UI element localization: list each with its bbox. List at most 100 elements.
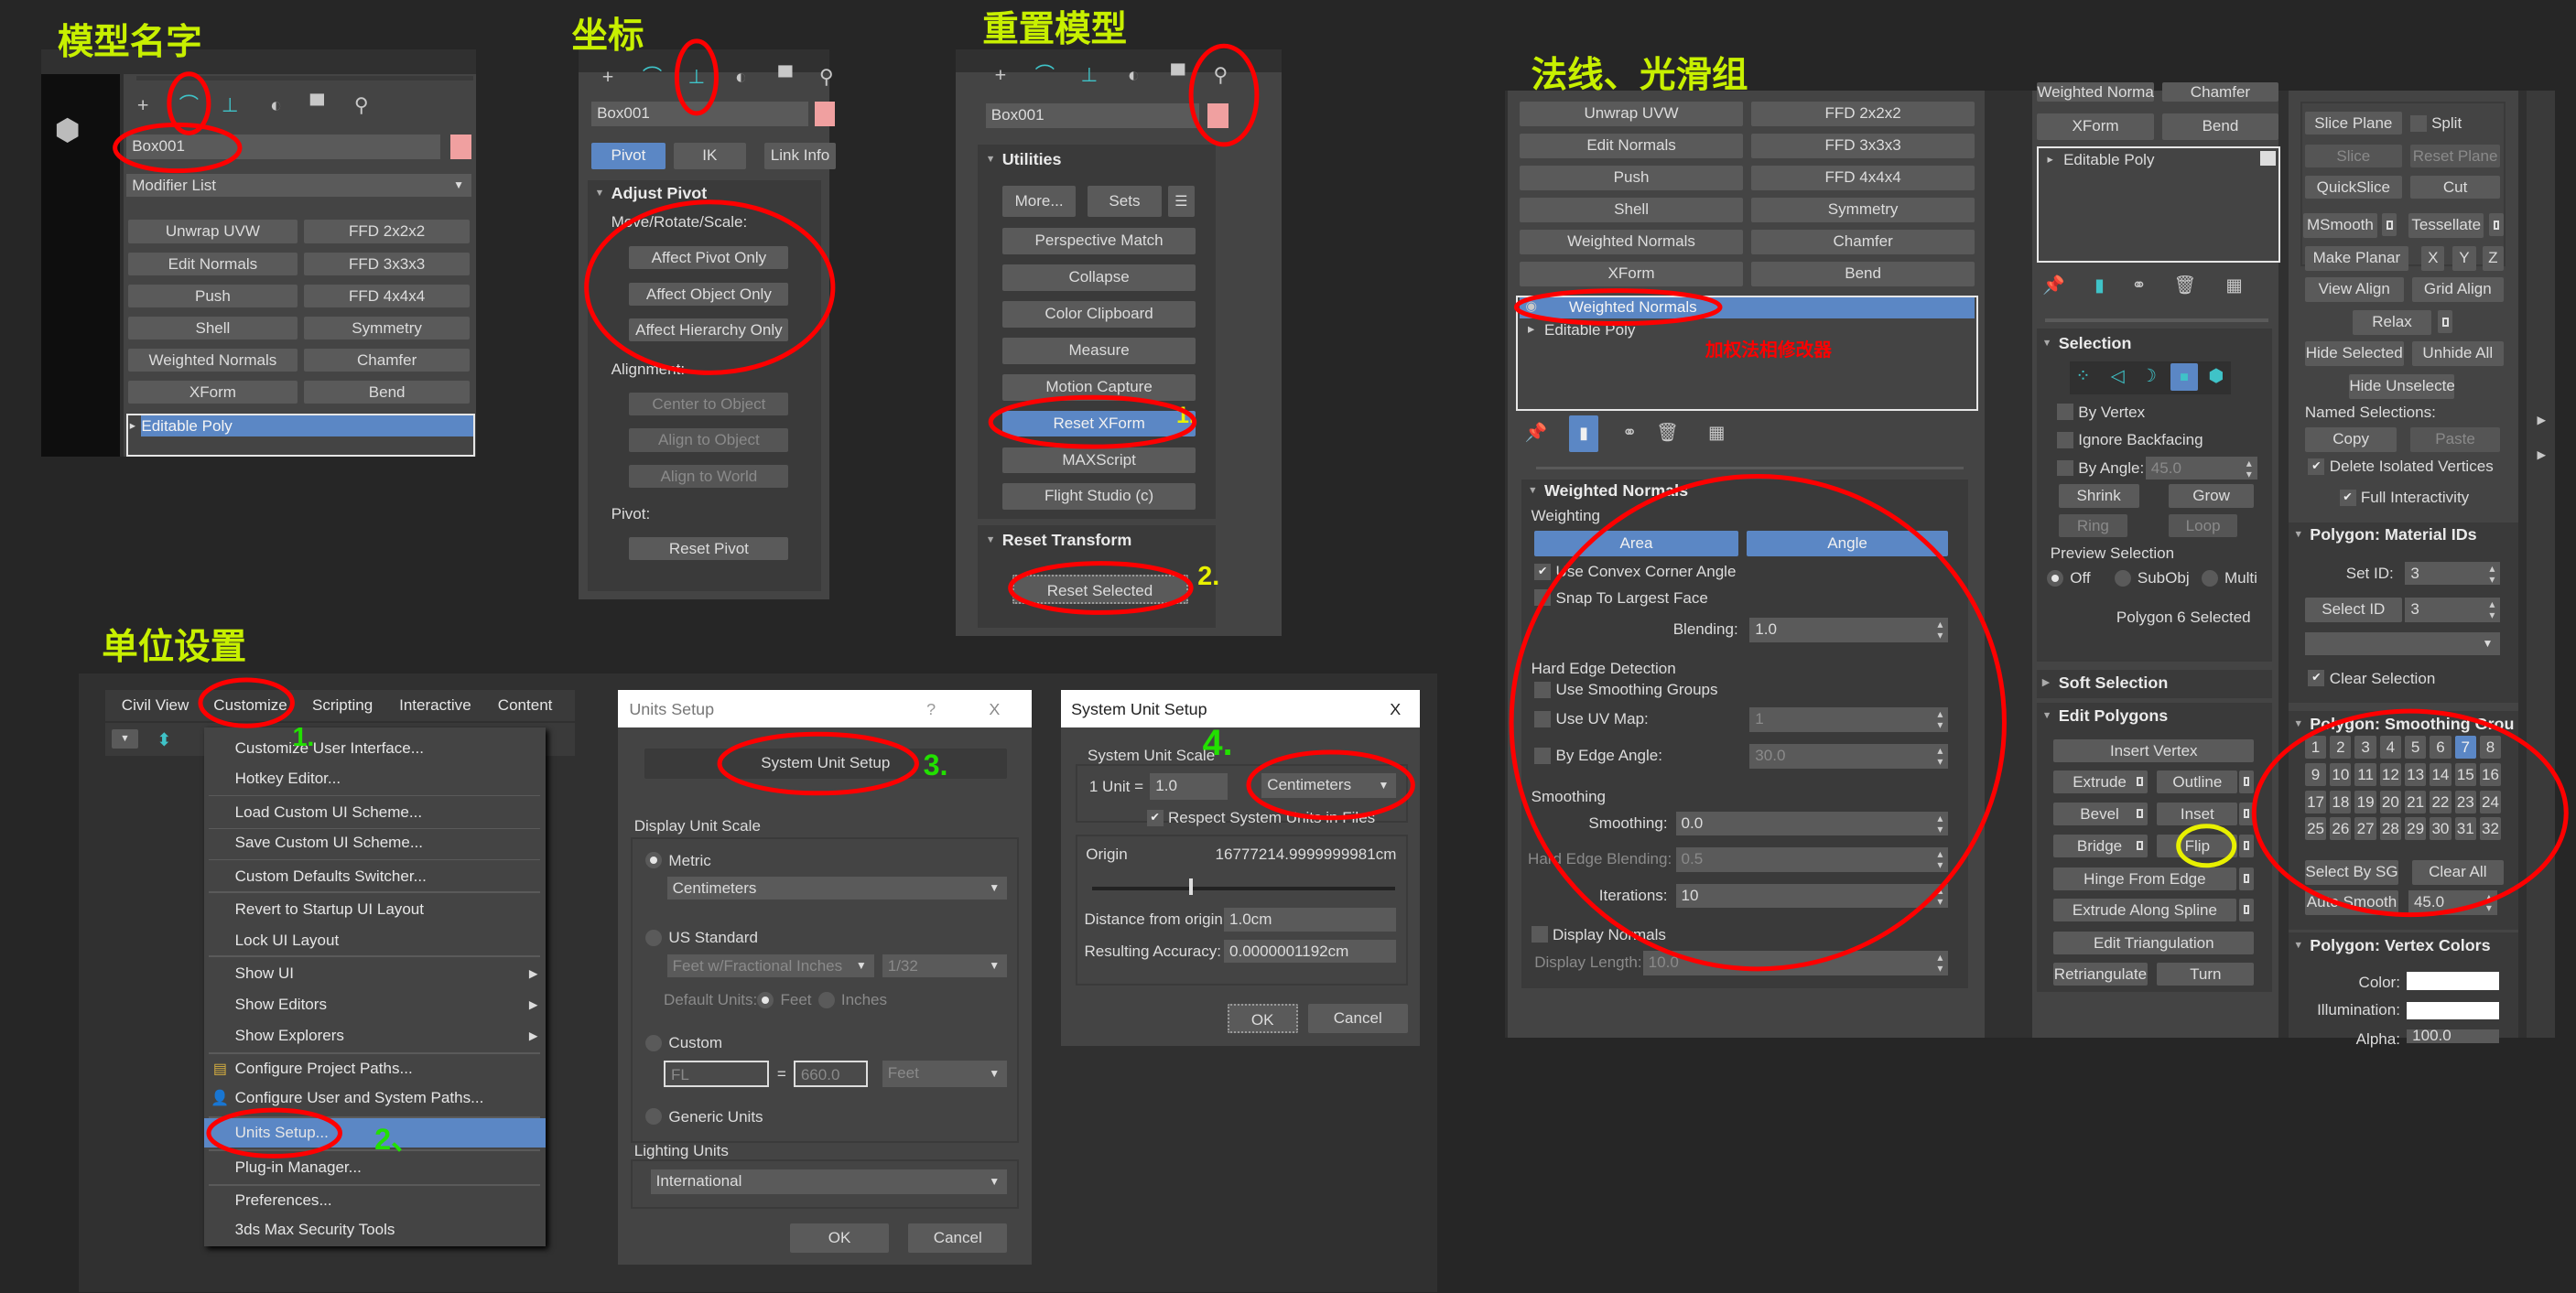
smoothing-group-button[interactable]: 10 [2330, 762, 2352, 786]
affect-button[interactable]: Affect Object Only [629, 282, 789, 306]
edge-icon[interactable]: ◁ [2105, 363, 2131, 390]
rollout-toggle-icon[interactable]: ▼ [2293, 713, 2306, 736]
smoothing-group-button[interactable]: 30 [2430, 817, 2452, 841]
reset-plane-button[interactable]: Reset Plane [2409, 144, 2501, 168]
flip-button[interactable]: Flip [2157, 834, 2238, 857]
area-button[interactable]: Area [1534, 530, 1738, 557]
cancel-button[interactable]: Cancel [1307, 1003, 1408, 1033]
modifier-button[interactable]: Push [127, 284, 298, 307]
toggle-modifier-checkbox[interactable] [2260, 151, 2276, 167]
grow-button[interactable]: Grow [2168, 484, 2255, 508]
utility-button[interactable]: Perspective Match [1001, 228, 1196, 255]
smoothing-group-button[interactable]: 6 [2430, 736, 2452, 760]
create-icon[interactable]: + [130, 92, 157, 119]
smoothing-field[interactable]: 0.0 [1675, 811, 1949, 836]
modify-icon[interactable]: ⌒ [639, 64, 666, 91]
help-button[interactable]: ? [926, 696, 943, 723]
smoothing-group-button[interactable]: 14 [2430, 762, 2452, 786]
rollout-header-utilities[interactable]: Utilities [1002, 148, 1062, 171]
rollout-toggle-icon[interactable]: ▼ [986, 529, 999, 552]
rollout-toggle-icon[interactable]: ▼ [2042, 332, 2055, 355]
smoothing-group-button[interactable]: 21 [2404, 790, 2427, 814]
retriangulate-button[interactable]: Retriangulate [2053, 962, 2148, 986]
inset-button[interactable]: Inset [2157, 802, 2238, 825]
tab-ik[interactable]: IK [673, 143, 746, 169]
rollout-toggle-icon[interactable]: ▼ [986, 148, 999, 171]
menu-item[interactable]: Preferences... [204, 1186, 546, 1215]
checkbox[interactable] [2056, 404, 2073, 421]
create-icon[interactable]: + [595, 64, 622, 91]
us-unit-dropdown[interactable]: Feet w/Fractional Inches [666, 954, 874, 977]
rollout-header-smoothing-groups[interactable]: Polygon: Smoothing Grou [2310, 713, 2514, 736]
menu-item[interactable]: Show Editors [204, 990, 546, 1019]
hierarchy-icon[interactable]: ⊥ [684, 64, 710, 91]
smoothing-group-button[interactable]: 15 [2454, 762, 2476, 786]
illumination-color-swatch[interactable] [2407, 1001, 2499, 1020]
sets-button[interactable]: Sets [1088, 185, 1162, 217]
smoothing-group-button[interactable]: 13 [2404, 762, 2427, 786]
ring-button[interactable]: Ring [2058, 513, 2128, 537]
hinge-settings-button[interactable] [2239, 867, 2255, 890]
expand-panel-icon[interactable]: ▶ [2528, 442, 2555, 469]
copy-button[interactable]: Copy [2304, 426, 2397, 452]
extrude-settings-button[interactable] [2132, 770, 2148, 793]
origin-slider-thumb[interactable] [1189, 878, 1193, 896]
hard-edge-blending-field[interactable]: 0.5 [1675, 847, 1949, 872]
smoothing-group-button[interactable]: 27 [2354, 817, 2376, 841]
planar-x-button[interactable]: X [2421, 246, 2445, 272]
msmooth-settings-button[interactable] [2382, 213, 2397, 237]
close-button[interactable]: X [989, 696, 1009, 723]
show-end-result-icon[interactable]: ▮ [2086, 273, 2113, 299]
checkbox[interactable] [1534, 711, 1552, 728]
edge-angle-field[interactable]: 30.0 [1749, 743, 1949, 769]
unit-value-field[interactable]: 1.0 [1150, 773, 1228, 800]
iterations-field[interactable]: 10 [1675, 883, 1949, 909]
ok-button[interactable]: OK [790, 1223, 889, 1254]
modifier-button[interactable]: Shell [1520, 198, 1744, 223]
menu-item[interactable]: Customize User Interface... [204, 734, 546, 763]
viewcube-icon[interactable]: ⬢ [49, 107, 85, 153]
smoothing-group-button[interactable]: 29 [2404, 817, 2427, 841]
outline-button[interactable]: Outline [2157, 770, 2238, 793]
tessellate-settings-button[interactable] [2488, 213, 2505, 237]
paste-button[interactable]: Paste [2409, 426, 2501, 452]
modifier-button[interactable]: Bend [304, 381, 471, 404]
uv-map-field[interactable]: 1 [1749, 707, 1949, 733]
modifier-button[interactable]: FFD 2x2x2 [304, 220, 471, 243]
smoothing-group-button[interactable]: 2 [2330, 736, 2352, 760]
modifier-button[interactable]: Edit Normals [1520, 134, 1744, 159]
smoothing-group-button[interactable]: 1 [2304, 736, 2327, 760]
rollout-expand-icon[interactable]: ▶ [2042, 672, 2055, 695]
menu-item[interactable]: 3ds Max Security Tools [204, 1215, 546, 1245]
remove-modifier-icon[interactable]: 🗑 [1654, 420, 1681, 447]
hinge-from-edge-button[interactable]: Hinge From Edge [2053, 867, 2236, 890]
custom-unit-dropdown[interactable]: Feet [882, 1061, 1008, 1088]
system-unit-setup-button[interactable]: System Unit Setup [644, 749, 1008, 779]
by-angle-field[interactable]: 45.0 [2145, 456, 2257, 480]
modifier-button[interactable]: Weighted Normals [2037, 81, 2154, 102]
object-color-swatch[interactable] [1207, 103, 1229, 128]
tessellate-button[interactable]: Tessellate [2408, 213, 2484, 239]
make-unique-icon[interactable]: ⚭ [2126, 273, 2152, 299]
ok-button[interactable]: OK [1227, 1003, 1298, 1033]
modifier-button[interactable]: FFD 4x4x4 [304, 284, 471, 307]
configure-sets-icon[interactable]: ☰ [1167, 185, 1195, 217]
modifier-button[interactable]: Symmetry [304, 317, 471, 340]
smoothing-group-button[interactable]: 12 [2379, 762, 2402, 786]
view-align-button[interactable]: View Align [2304, 277, 2404, 303]
checkbox[interactable] [2056, 459, 2073, 477]
system-unit-dropdown[interactable]: Centimeters [1261, 773, 1397, 799]
utilities-icon[interactable]: ⚲ [1207, 62, 1234, 89]
snap-icon[interactable]: ⬍ [151, 727, 178, 754]
motion-icon[interactable]: ◐ [728, 64, 754, 91]
utility-button[interactable]: Measure [1001, 337, 1196, 364]
close-button[interactable]: X [1390, 696, 1410, 723]
menu-item[interactable]: Show Explorers [204, 1021, 546, 1051]
rollout-header-edit-polygons[interactable]: Edit Polygons [2059, 705, 2169, 727]
rollout-toggle-icon[interactable]: ▼ [2293, 934, 2306, 957]
menu-interactive[interactable]: Interactive [399, 690, 471, 721]
smoothing-group-button[interactable]: 26 [2330, 817, 2352, 841]
menu-item[interactable]: Load Custom UI Scheme... [204, 798, 546, 827]
custom-value-field[interactable]: 660.0 [793, 1061, 868, 1088]
smoothing-group-button[interactable]: 25 [2304, 817, 2327, 841]
